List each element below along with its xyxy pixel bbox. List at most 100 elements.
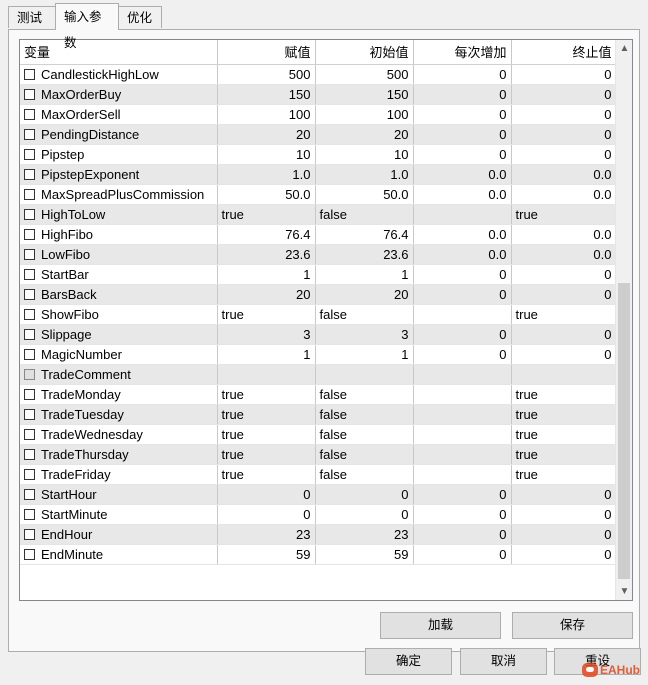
param-value-cell[interactable]: 59: [217, 544, 316, 565]
param-start-cell[interactable]: 50.0: [315, 184, 414, 205]
param-row[interactable]: PendingDistance 20 20 0 0: [20, 124, 617, 145]
optimize-checkbox[interactable]: [24, 228, 35, 240]
param-value-cell[interactable]: 1.0: [217, 164, 316, 185]
param-step-cell[interactable]: 0: [413, 144, 512, 165]
param-row[interactable]: EndHour 23 23 0 0: [20, 524, 617, 545]
param-name-cell[interactable]: StartHour: [20, 484, 218, 505]
param-value-cell[interactable]: true: [217, 304, 316, 325]
param-value-cell[interactable]: 10: [217, 144, 316, 165]
param-start-cell[interactable]: 1: [315, 344, 414, 365]
param-step-cell[interactable]: 0: [413, 264, 512, 285]
tab-test[interactable]: 测试: [8, 6, 56, 28]
param-step-cell[interactable]: 0: [413, 544, 512, 565]
param-stop-cell[interactable]: 0: [511, 104, 617, 125]
param-step-cell[interactable]: 0.0: [413, 164, 512, 185]
save-button[interactable]: 保存: [512, 612, 633, 639]
param-name-cell[interactable]: EndHour: [20, 524, 218, 545]
param-step-cell[interactable]: [413, 404, 512, 425]
param-value-cell[interactable]: 150: [217, 84, 316, 105]
load-button[interactable]: 加载: [380, 612, 501, 639]
optimize-checkbox[interactable]: [24, 468, 35, 480]
param-step-cell[interactable]: 0: [413, 524, 512, 545]
param-row[interactable]: StartMinute 0 0 0 0: [20, 504, 617, 525]
param-row[interactable]: BarsBack 20 20 0 0: [20, 284, 617, 305]
param-start-cell[interactable]: false: [315, 204, 414, 225]
param-name-cell[interactable]: HighToLow: [20, 204, 218, 225]
param-start-cell[interactable]: 500: [315, 64, 414, 85]
param-stop-cell[interactable]: true: [511, 304, 617, 325]
param-start-cell[interactable]: false: [315, 424, 414, 445]
param-value-cell[interactable]: true: [217, 444, 316, 465]
param-step-cell[interactable]: [413, 304, 512, 325]
param-step-cell[interactable]: [413, 464, 512, 485]
param-name-cell[interactable]: PipstepExponent: [20, 164, 218, 185]
param-value-cell[interactable]: 50.0: [217, 184, 316, 205]
col-header-variable[interactable]: 变量: [20, 40, 218, 65]
param-row[interactable]: ShowFibo true false true: [20, 304, 617, 325]
param-value-cell[interactable]: 3: [217, 324, 316, 345]
param-row[interactable]: Slippage 3 3 0 0: [20, 324, 617, 345]
ok-button[interactable]: 确定: [365, 648, 452, 675]
optimize-checkbox[interactable]: [24, 88, 35, 100]
col-header-start[interactable]: 初始值: [315, 40, 414, 65]
param-start-cell[interactable]: 10: [315, 144, 414, 165]
param-step-cell[interactable]: [413, 204, 512, 225]
param-name-cell[interactable]: CandlestickHighLow: [20, 64, 218, 85]
param-step-cell[interactable]: [413, 364, 512, 385]
param-row[interactable]: PipstepExponent 1.0 1.0 0.0 0.0: [20, 164, 617, 185]
tab-optimize[interactable]: 优化: [118, 6, 162, 28]
param-name-cell[interactable]: TradeTuesday: [20, 404, 218, 425]
optimize-checkbox[interactable]: [24, 128, 35, 140]
param-row[interactable]: TradeTuesday true false true: [20, 404, 617, 425]
optimize-checkbox[interactable]: [24, 108, 35, 120]
optimize-checkbox[interactable]: [24, 448, 35, 460]
param-step-cell[interactable]: 0: [413, 104, 512, 125]
param-start-cell[interactable]: 3: [315, 324, 414, 345]
optimize-checkbox[interactable]: [24, 168, 35, 180]
param-value-cell[interactable]: true: [217, 204, 316, 225]
param-row[interactable]: StartHour 0 0 0 0: [20, 484, 617, 505]
param-step-cell[interactable]: 0: [413, 64, 512, 85]
scroll-down-icon[interactable]: ▼: [616, 583, 632, 600]
optimize-checkbox[interactable]: [24, 488, 35, 500]
optimize-checkbox[interactable]: [24, 348, 35, 360]
col-header-stop[interactable]: 终止值: [511, 40, 617, 65]
optimize-checkbox[interactable]: [24, 148, 35, 160]
optimize-checkbox[interactable]: [24, 508, 35, 520]
param-row[interactable]: TradeThursday true false true: [20, 444, 617, 465]
param-step-cell[interactable]: 0: [413, 84, 512, 105]
optimize-checkbox[interactable]: [24, 328, 35, 340]
param-row[interactable]: MaxOrderBuy 150 150 0 0: [20, 84, 617, 105]
param-row[interactable]: HighFibo 76.4 76.4 0.0 0.0: [20, 224, 617, 245]
param-start-cell[interactable]: 59: [315, 544, 414, 565]
param-value-cell[interactable]: 23: [217, 524, 316, 545]
param-stop-cell[interactable]: 0: [511, 524, 617, 545]
cancel-button[interactable]: 取消: [460, 648, 547, 675]
param-value-cell[interactable]: 20: [217, 284, 316, 305]
param-value-cell[interactable]: true: [217, 464, 316, 485]
optimize-checkbox[interactable]: [24, 388, 35, 400]
param-row[interactable]: Pipstep 10 10 0 0: [20, 144, 617, 165]
optimize-checkbox[interactable]: [24, 428, 35, 440]
param-name-cell[interactable]: StartBar: [20, 264, 218, 285]
optimize-checkbox[interactable]: [24, 528, 35, 540]
param-stop-cell[interactable]: 0: [511, 64, 617, 85]
param-name-cell[interactable]: BarsBack: [20, 284, 218, 305]
param-row[interactable]: CandlestickHighLow 500 500 0 0: [20, 64, 617, 85]
param-start-cell[interactable]: 0: [315, 504, 414, 525]
param-step-cell[interactable]: 0: [413, 324, 512, 345]
param-start-cell[interactable]: 1: [315, 264, 414, 285]
optimize-checkbox[interactable]: [24, 68, 35, 80]
param-row[interactable]: TradeComment: [20, 364, 617, 385]
param-start-cell[interactable]: 23: [315, 524, 414, 545]
param-step-cell[interactable]: [413, 384, 512, 405]
param-start-cell[interactable]: 1.0: [315, 164, 414, 185]
param-row[interactable]: MagicNumber 1 1 0 0: [20, 344, 617, 365]
param-name-cell[interactable]: MaxSpreadPlusCommission: [20, 184, 218, 205]
col-header-value[interactable]: 赋值: [217, 40, 316, 65]
optimize-checkbox[interactable]: [24, 288, 35, 300]
param-value-cell[interactable]: 100: [217, 104, 316, 125]
param-step-cell[interactable]: 0.0: [413, 224, 512, 245]
param-name-cell[interactable]: PendingDistance: [20, 124, 218, 145]
param-stop-cell[interactable]: true: [511, 204, 617, 225]
